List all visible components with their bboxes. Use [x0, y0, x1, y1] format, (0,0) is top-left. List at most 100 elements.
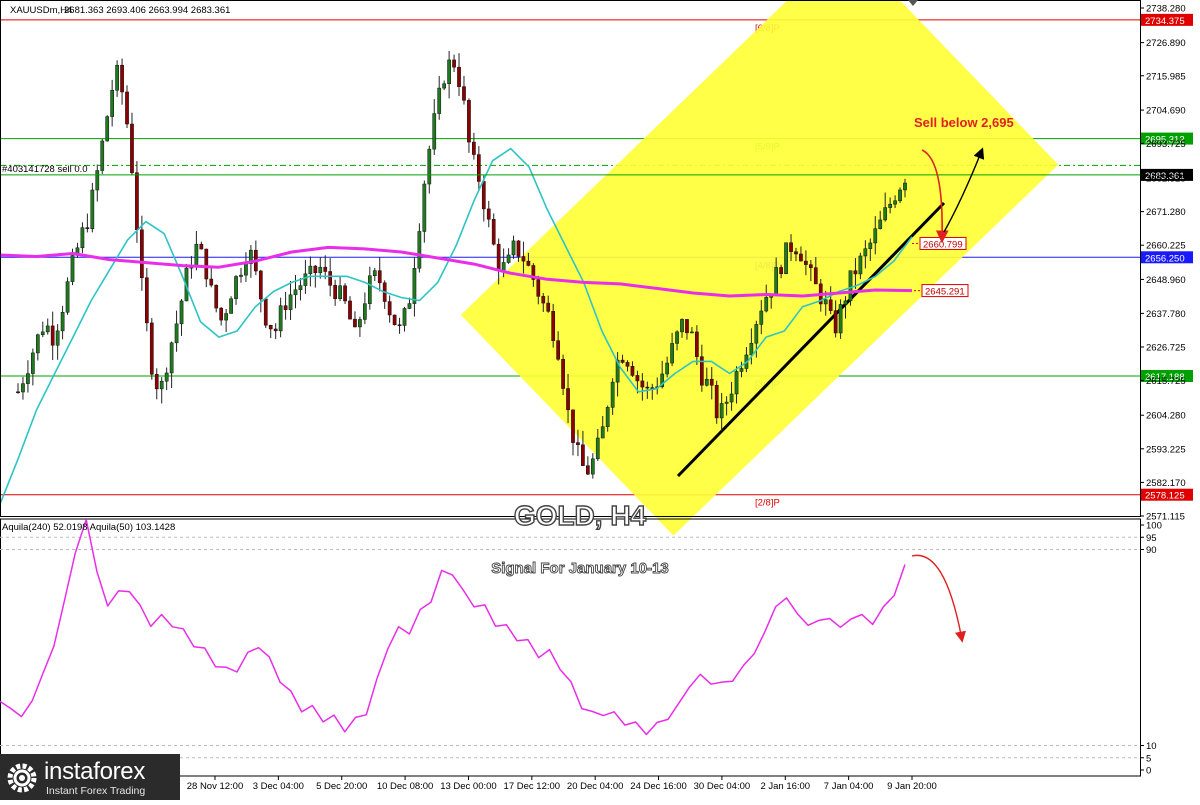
- candle-body: [308, 265, 313, 275]
- candle-body: [100, 140, 105, 171]
- candle-body: [491, 219, 496, 245]
- x-tick-label: 5 Dec 20:00: [316, 781, 367, 792]
- candle-body: [353, 318, 357, 328]
- candle-body: [397, 324, 402, 326]
- candle-body: [283, 305, 288, 310]
- candle-body: [343, 285, 347, 302]
- candle-body: [452, 59, 456, 68]
- candle-body: [541, 296, 546, 304]
- candle-body: [35, 334, 40, 354]
- candle-body: [868, 242, 873, 249]
- candle-body: [16, 391, 20, 394]
- candle-body: [85, 227, 90, 230]
- candle-body: [258, 270, 263, 300]
- candle-body: [813, 267, 818, 285]
- ind-tick-label: 100: [1146, 521, 1162, 532]
- candle-body: [65, 281, 70, 313]
- candle-body: [665, 362, 669, 375]
- candle-body: [293, 289, 298, 296]
- y-tick-label: 2626.725: [1146, 343, 1186, 354]
- y-tick-label: 2715.985: [1146, 71, 1186, 82]
- chart-title: GOLD, H4: [514, 500, 647, 531]
- candle-body: [808, 264, 813, 268]
- candle-body: [120, 64, 124, 93]
- candle-body: [392, 314, 397, 325]
- candle-body: [219, 307, 224, 321]
- candle-body: [640, 380, 645, 388]
- candle-body: [21, 383, 25, 393]
- candle-body: [263, 298, 268, 326]
- candle-body: [516, 240, 521, 257]
- y-tick-label: 2637.780: [1146, 309, 1186, 320]
- candle-body: [600, 426, 605, 439]
- candle-body: [432, 113, 437, 150]
- y-tick-label: 2671.280: [1146, 207, 1186, 218]
- y-tick-label: 2615.725: [1146, 376, 1186, 387]
- candle-body: [427, 148, 432, 185]
- candle-body: [169, 342, 174, 374]
- x-tick-label: 2 Jan 16:00: [760, 781, 810, 792]
- candle-body: [194, 243, 199, 268]
- candle-body: [863, 248, 868, 257]
- sell-annotation: Sell below 2,695: [914, 115, 1014, 130]
- candle-body: [338, 285, 342, 300]
- candle-body: [729, 393, 734, 403]
- candle-body: [239, 274, 243, 277]
- candle-body: [581, 444, 585, 466]
- candle-body: [303, 273, 308, 286]
- candle-body: [749, 342, 754, 356]
- candle-body: [367, 275, 372, 304]
- candle-body: [462, 86, 466, 101]
- candle-body: [878, 219, 883, 229]
- candle-body: [595, 437, 600, 460]
- y-tick-label: 2582.170: [1146, 478, 1186, 489]
- candle-body: [779, 267, 783, 275]
- candle-body: [377, 270, 382, 284]
- candle-body: [566, 388, 570, 411]
- candle-body: [437, 87, 442, 114]
- candle-body: [333, 285, 337, 300]
- candle-body: [95, 170, 100, 191]
- candle-body: [417, 231, 422, 269]
- candle-body: [358, 319, 362, 328]
- candle-body: [789, 242, 793, 252]
- ind-tick-label: 95: [1146, 533, 1157, 544]
- candle-body: [833, 310, 838, 334]
- ind-tick-label: 10: [1146, 741, 1157, 752]
- candle-body: [457, 66, 461, 87]
- candle-body: [828, 299, 833, 311]
- candle-body: [90, 189, 95, 230]
- candle-body: [80, 227, 85, 249]
- candle-body: [843, 300, 848, 305]
- candle-body: [179, 300, 184, 325]
- x-tick-label: 17 Dec 12:00: [504, 781, 561, 792]
- candle-body: [848, 270, 853, 302]
- x-tick-label: 24 Dec 16:00: [630, 781, 687, 792]
- y-tick-label: 2648.960: [1146, 275, 1186, 286]
- ind-tick-label: 90: [1146, 545, 1157, 556]
- candle-body: [323, 266, 328, 272]
- x-tick-label: 7 Jan 04:00: [824, 781, 874, 792]
- candle-body: [586, 465, 590, 475]
- candle-body: [214, 284, 219, 309]
- candle-body: [40, 331, 45, 336]
- candle-body: [883, 207, 888, 221]
- candle-body: [670, 343, 674, 364]
- candle-body: [209, 278, 214, 286]
- candle-body: [55, 330, 60, 346]
- candle-body: [784, 242, 788, 275]
- candle-body: [501, 262, 506, 271]
- candle-body: [105, 116, 110, 142]
- candle-body: [278, 305, 283, 332]
- x-tick-label: 28 Nov 12:00: [187, 781, 244, 792]
- candle-body: [199, 243, 204, 250]
- candle-body: [144, 277, 149, 324]
- candle-body: [734, 371, 739, 395]
- y-tick-label: 2726.890: [1146, 38, 1186, 49]
- candle-body: [50, 325, 55, 346]
- x-tick-label: 30 Dec 04:00: [694, 781, 751, 792]
- candle-body: [273, 328, 278, 332]
- candle-body: [234, 276, 238, 299]
- ind-tick-label: 0: [1146, 766, 1151, 777]
- candle-body: [159, 380, 164, 390]
